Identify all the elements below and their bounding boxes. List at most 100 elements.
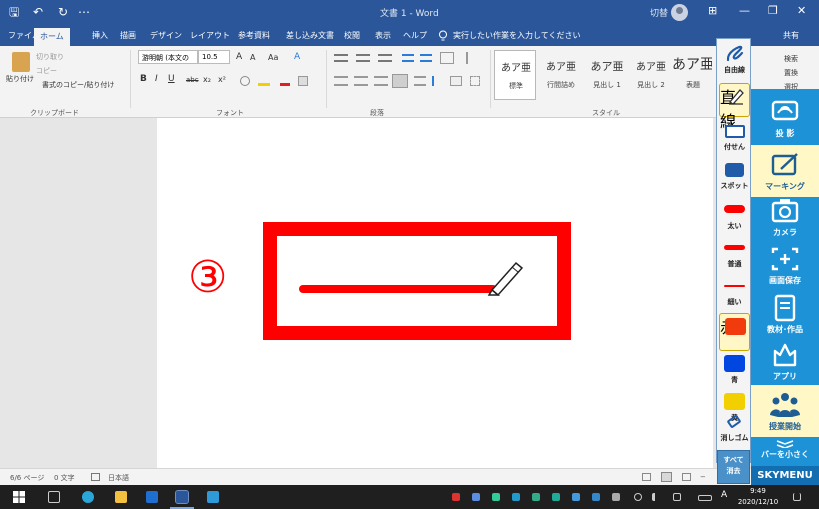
tab-design[interactable]: デザイン xyxy=(150,30,182,41)
tray-app-icon[interactable] xyxy=(572,493,580,501)
style-heading-2[interactable]: あア亜 見出し 2 xyxy=(630,50,672,100)
tray-app-icon[interactable] xyxy=(452,493,460,501)
undo-icon[interactable]: ↶ xyxy=(33,4,43,20)
word-app-icon[interactable] xyxy=(175,490,189,504)
save-icon[interactable]: 🖫 xyxy=(9,4,19,20)
grow-font-button[interactable]: A xyxy=(236,52,242,62)
thickness-thick[interactable]: 太い xyxy=(717,199,752,239)
print-layout-icon[interactable] xyxy=(661,472,672,482)
quick-access-more-icon[interactable]: ⋯ xyxy=(78,4,90,20)
proofing-icon[interactable] xyxy=(91,473,100,481)
skymenu-app-icon[interactable] xyxy=(207,491,219,503)
edge-browser-icon[interactable] xyxy=(82,491,94,503)
camera-button[interactable]: カメラ xyxy=(751,191,819,243)
tab-view[interactable]: 表示 xyxy=(375,30,391,41)
color-red[interactable]: 赤 xyxy=(719,313,750,351)
tray-app-icon[interactable] xyxy=(552,493,560,501)
tab-insert[interactable]: 挿入 xyxy=(92,30,108,41)
copy-button[interactable]: コピー xyxy=(36,66,57,76)
tab-review[interactable]: 校閲 xyxy=(344,30,360,41)
tab-draw[interactable]: 描画 xyxy=(120,30,136,41)
start-class-button[interactable]: 授業開始 xyxy=(751,385,819,437)
paste-icon[interactable] xyxy=(12,52,30,72)
windows-start-icon[interactable] xyxy=(13,491,25,503)
share-button[interactable]: 共有 xyxy=(783,30,799,41)
tab-mailings[interactable]: 差し込み文書 xyxy=(286,30,334,41)
clock-date[interactable]: 2020/12/10 xyxy=(733,498,783,506)
bullets-icon[interactable] xyxy=(334,54,348,62)
close-button[interactable]: ✕ xyxy=(797,4,806,17)
page-count[interactable]: 6/6 ページ xyxy=(10,473,44,483)
change-case-button[interactable]: Aa xyxy=(268,53,278,62)
highlight-color-icon[interactable] xyxy=(258,76,270,86)
shading-icon[interactable] xyxy=(450,76,462,86)
word-count[interactable]: 0 文字 xyxy=(54,473,75,483)
ribbon-display-options-icon[interactable]: ⊞ xyxy=(708,4,717,17)
format-painter-button[interactable]: 書式のコピー/貼り付け xyxy=(42,80,114,90)
cut-button[interactable]: 切り取り xyxy=(36,52,64,62)
materials-button[interactable]: 教材･作品 xyxy=(751,288,819,340)
tray-app-icon[interactable] xyxy=(492,493,500,501)
color-blue[interactable]: 青 xyxy=(717,351,752,389)
thickness-thin[interactable]: 細い xyxy=(717,275,752,315)
increase-indent-icon[interactable] xyxy=(420,54,432,62)
zoom-out-button[interactable]: − xyxy=(700,473,706,481)
account-name[interactable]: 切替 xyxy=(650,6,668,19)
decrease-indent-icon[interactable] xyxy=(402,54,414,62)
spotlight-tool[interactable]: スポット xyxy=(717,161,752,197)
web-layout-icon[interactable] xyxy=(682,473,691,481)
project-button[interactable]: 投 影 xyxy=(751,92,819,144)
tab-references[interactable]: 参考資料 xyxy=(238,30,270,41)
notification-icon[interactable] xyxy=(793,493,801,501)
tray-app-icon[interactable] xyxy=(472,493,480,501)
apps-button[interactable]: アプリ xyxy=(751,335,819,387)
straight-line-tool[interactable]: 直線 xyxy=(719,83,750,131)
screen-save-button[interactable]: 画面保存 xyxy=(751,239,819,291)
tray-app-icon[interactable] xyxy=(532,493,540,501)
tray-app-icon[interactable] xyxy=(512,493,520,501)
style-no-spacing[interactable]: あア亜 行間詰め xyxy=(540,50,582,100)
thickness-normal[interactable]: 普通 xyxy=(717,237,752,277)
network-icon[interactable] xyxy=(634,493,642,501)
subscript-button[interactable]: x₂ xyxy=(203,75,211,84)
numbering-icon[interactable] xyxy=(356,54,370,62)
replace-button[interactable]: 置換 xyxy=(784,68,798,78)
task-view-icon[interactable] xyxy=(48,491,60,503)
tab-help[interactable]: ヘルプ xyxy=(403,30,427,41)
store-icon[interactable] xyxy=(146,491,158,503)
shrink-bar-button[interactable]: バーを小さく xyxy=(751,434,819,466)
tell-me-search[interactable]: 実行したい作業を入力してください xyxy=(453,30,581,41)
multilevel-list-icon[interactable] xyxy=(378,54,392,62)
tray-app-icon[interactable] xyxy=(592,493,600,501)
ime-indicator[interactable]: A xyxy=(721,490,727,500)
align-left-icon[interactable] xyxy=(334,76,348,86)
tab-home[interactable]: ホーム xyxy=(34,28,70,46)
font-name-select[interactable]: 游明朝 (本文の xyxy=(138,50,198,64)
redo-icon[interactable]: ↻ xyxy=(58,4,68,20)
clear-formatting-button[interactable]: A xyxy=(294,52,300,62)
align-right-icon[interactable] xyxy=(374,76,388,86)
style-title[interactable]: あア亜 表題 xyxy=(672,50,712,100)
file-explorer-icon[interactable] xyxy=(115,491,127,503)
bold-button[interactable]: B xyxy=(140,74,147,84)
font-color-icon[interactable] xyxy=(280,76,290,86)
focus-mode-icon[interactable] xyxy=(642,473,651,481)
sort-icon[interactable] xyxy=(440,52,454,64)
underline-button[interactable]: U xyxy=(168,74,175,84)
paste-button[interactable]: 貼り付け xyxy=(6,74,34,84)
character-shading-icon[interactable] xyxy=(298,76,308,86)
borders-icon[interactable] xyxy=(470,76,480,86)
distributed-icon[interactable] xyxy=(414,76,426,86)
style-normal[interactable]: あア亜 標準 xyxy=(494,50,536,100)
tray-app-icon[interactable] xyxy=(612,493,620,501)
keyboard-icon[interactable] xyxy=(698,495,712,501)
font-size-select[interactable]: 10.5 xyxy=(198,50,230,64)
sticky-note-tool[interactable]: 付せん xyxy=(717,121,752,157)
pen-workspace-icon[interactable] xyxy=(673,493,681,501)
align-center-icon[interactable] xyxy=(354,76,368,86)
italic-button[interactable]: I xyxy=(155,74,158,84)
restore-button[interactable]: ❐ xyxy=(768,4,778,17)
volume-icon[interactable] xyxy=(652,493,660,501)
find-button[interactable]: 検索 xyxy=(784,54,798,64)
style-heading-1[interactable]: あア亜 見出し 1 xyxy=(586,50,628,100)
